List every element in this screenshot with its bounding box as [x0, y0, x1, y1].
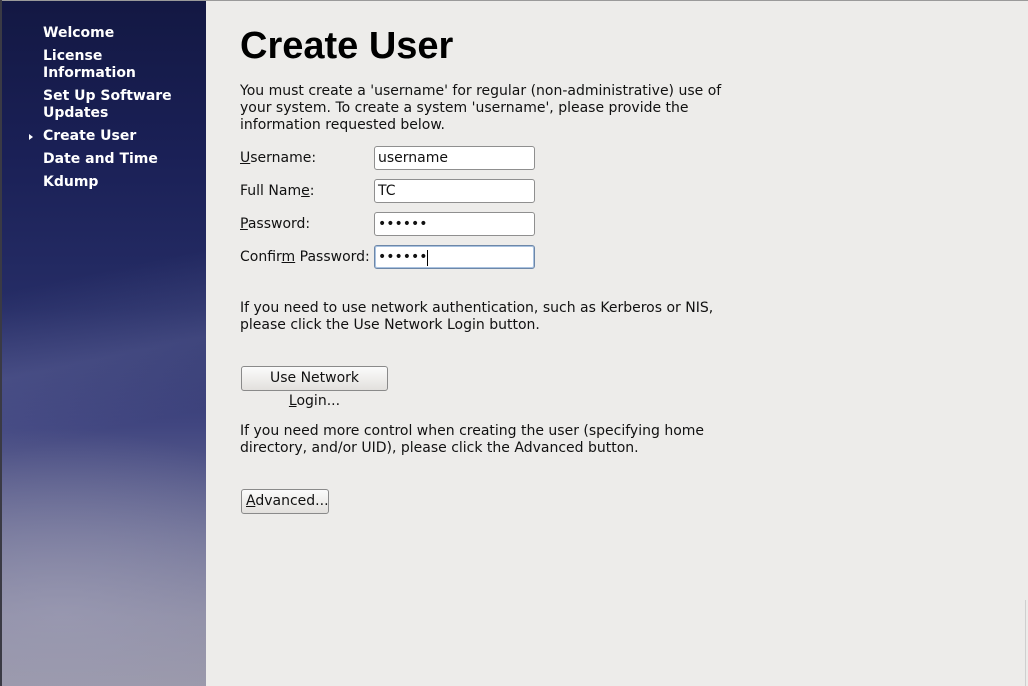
password-field[interactable]: ••••••	[374, 212, 535, 236]
page-title: Create User	[240, 25, 454, 67]
sidebar-item-software-updates: Set Up Software Updates	[43, 88, 193, 122]
full-name-label: Full Name:	[240, 183, 315, 199]
sidebar-item-kdump: Kdump	[43, 174, 193, 191]
advanced-info-text: If you need more control when creating t…	[240, 423, 705, 456]
sidebar-item-label: Date and Time	[43, 151, 158, 167]
sidebar-item-license-information: License Information	[43, 48, 193, 82]
confirm-password-masked-value: ••••••	[378, 249, 428, 265]
text-caret	[427, 250, 428, 266]
use-network-login-button[interactable]: Use Network Login...	[241, 366, 388, 409]
sidebar-steps: Welcome License Information Set Up Softw…	[29, 25, 193, 197]
username-field[interactable]: username	[374, 146, 535, 170]
full-name-value: TC	[378, 183, 396, 199]
sidebar-item-label: Create User	[43, 128, 137, 144]
confirm-password-label: Confirm Password:	[240, 249, 370, 265]
main-content: Create User You must create a 'username'…	[206, 1, 1028, 686]
sidebar: Welcome License Information Set Up Softw…	[2, 1, 206, 686]
network-auth-text: If you need to use network authenticatio…	[240, 300, 714, 333]
password-masked-value: ••••••	[378, 216, 428, 232]
intro-text: You must create a 'username' for regular…	[240, 83, 722, 133]
sidebar-item-create-user: Create User	[29, 128, 193, 145]
full-name-field[interactable]: TC	[374, 179, 535, 203]
sidebar-item-label: Set Up Software Updates	[43, 88, 172, 121]
sidebar-item-label: Kdump	[43, 174, 99, 190]
username-value: username	[378, 150, 448, 166]
current-step-arrow-icon	[29, 134, 33, 140]
sidebar-item-date-and-time: Date and Time	[43, 151, 193, 168]
sidebar-item-welcome: Welcome	[43, 25, 193, 42]
advanced-button[interactable]: Advanced...	[241, 489, 329, 514]
password-label: Password:	[240, 216, 311, 232]
window-edge	[1025, 600, 1026, 686]
firstboot-window: Welcome License Information Set Up Softw…	[0, 0, 1028, 686]
confirm-password-field[interactable]: ••••••	[374, 245, 535, 269]
sidebar-item-label: Welcome	[43, 25, 115, 41]
username-label: Username:	[240, 150, 317, 166]
sidebar-item-label: License Information	[43, 48, 136, 81]
